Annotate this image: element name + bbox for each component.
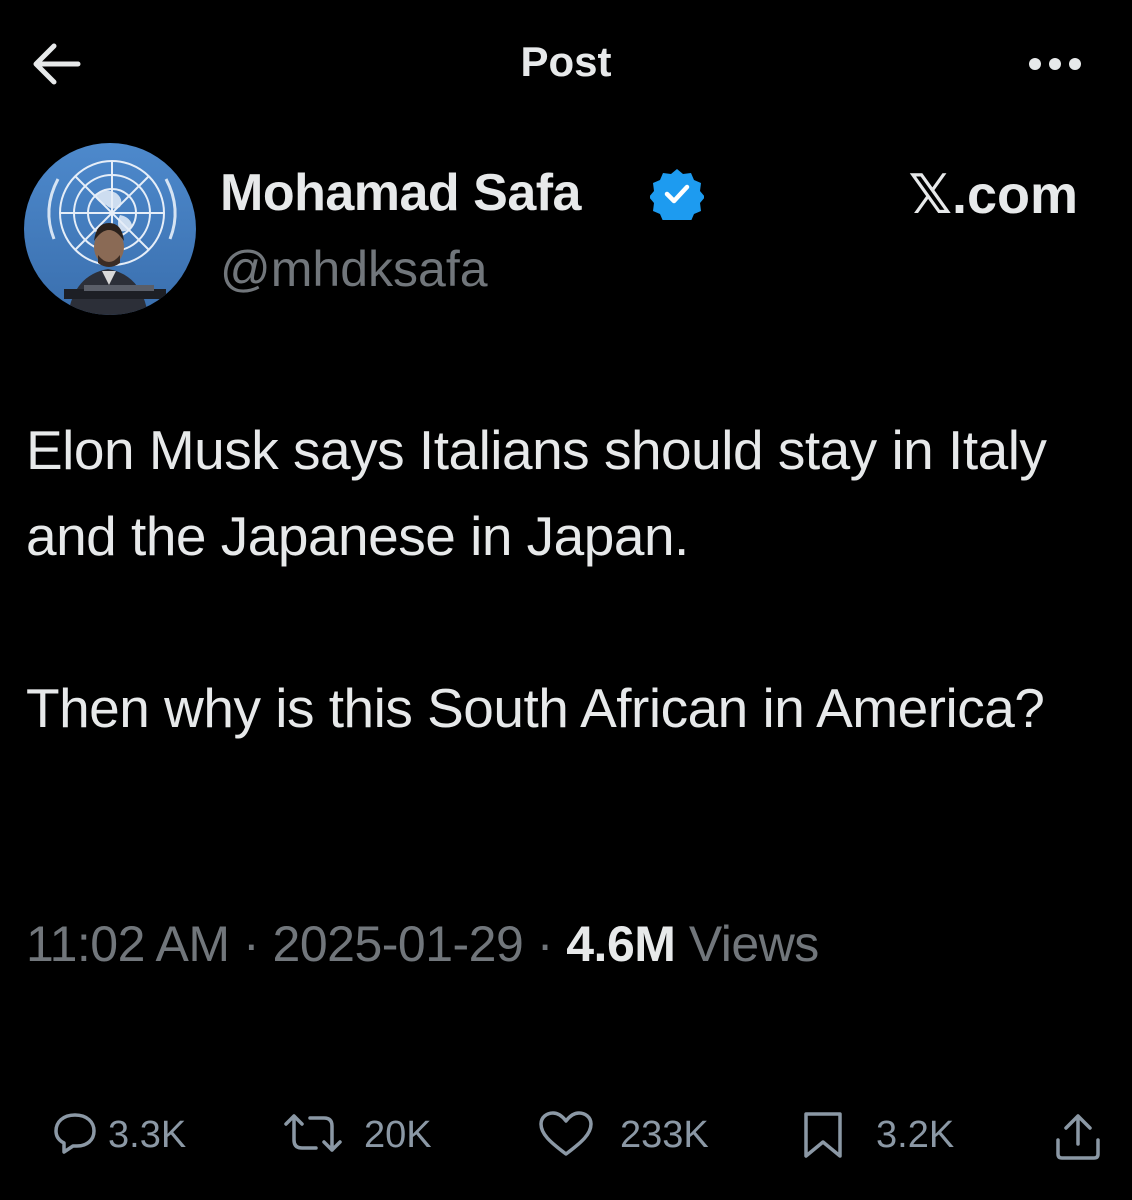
reply-button[interactable]: 3.3K [52,1100,202,1170]
share-icon [1056,1114,1100,1160]
page-title: Post [520,38,612,85]
post-date: 2025-01-29 [272,916,524,972]
reply-icon [54,1113,96,1154]
action-bar: 3.3K 20K 233K 3.2K [0,1100,1132,1170]
share-button[interactable] [1052,1100,1108,1170]
avatar[interactable] [24,143,196,315]
avatar-image [24,143,196,315]
repost-count: 20K [364,1114,432,1156]
like-count: 233K [620,1114,709,1156]
top-bar: Post [0,0,1132,120]
post-text-paragraph: Elon Musk says Italians should stay in I… [26,419,1047,567]
verified-badge-icon [649,166,705,225]
reply-count: 3.3K [108,1114,187,1156]
meta-separator: · [242,916,260,972]
views-label: Views [688,916,819,972]
post-text-paragraph: Then why is this South African in Americ… [26,677,1045,739]
post-metadata: 11:02 AM · 2025-01-29 · 4.6M Views [26,915,819,973]
bookmark-icon [804,1112,842,1158]
bookmark-count: 3.2K [876,1114,955,1156]
author-name[interactable]: Mohamad Safa [220,163,581,223]
repost-icon [284,1114,342,1152]
bookmark-button[interactable]: 3.2K [800,1100,970,1170]
site-tag: 𝕏.com [908,165,1078,225]
post-time: 11:02 AM [26,916,230,972]
like-button[interactable]: 233K [538,1100,718,1170]
repost-button[interactable]: 20K [282,1100,452,1170]
views-count[interactable]: 4.6M [566,916,676,972]
heart-icon [539,1111,593,1156]
more-options-button[interactable] [1020,44,1090,84]
more-horizontal-icon [1029,58,1081,70]
author-handle[interactable]: @mhdksafa [220,240,488,298]
meta-separator: · [536,916,554,972]
